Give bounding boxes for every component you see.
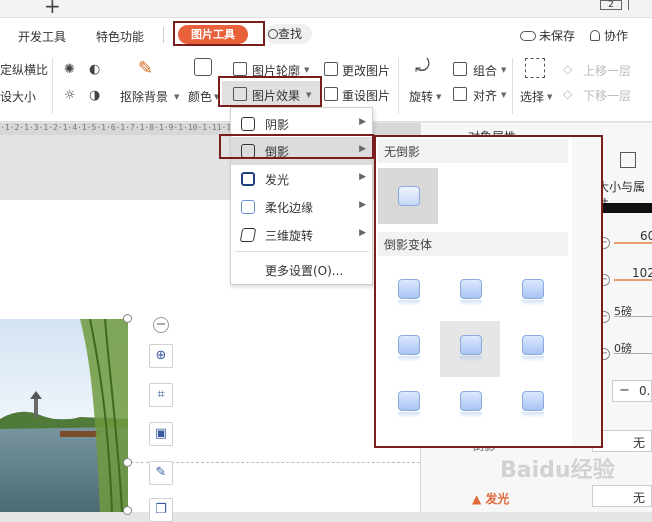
rotate-icon[interactable]: ⤾ — [415, 56, 430, 77]
bring-forward-button[interactable]: 上移一层 — [583, 62, 631, 79]
submenu-arrow-icon: ▶ — [359, 228, 366, 238]
tab-special[interactable]: 特色功能 — [96, 28, 144, 45]
edit-picture-icon[interactable]: ✎ — [149, 461, 173, 485]
crop-icon[interactable]: ⌗ — [149, 383, 173, 407]
tab-dev-tools[interactable]: 开发工具 — [18, 28, 66, 45]
picture-frame-icon[interactable]: ▣ — [149, 422, 173, 446]
submenu-arrow-icon: ▶ — [359, 117, 366, 127]
unsaved-button[interactable]: 未保存 — [520, 27, 575, 44]
group-dropdown-icon[interactable]: ▼ — [501, 66, 506, 74]
size-property-icon — [620, 152, 636, 168]
menu-item-3d-rotation-label: 三维旋转 — [265, 229, 314, 243]
highlight-box-picture-effect — [218, 76, 322, 107]
highlight-box-reflection — [219, 134, 374, 159]
copy-picture-icon[interactable]: ❐ — [149, 498, 173, 522]
menu-item-glow-label: 发光 — [265, 173, 290, 187]
angle-spinner[interactable]: − 0. — [612, 380, 652, 402]
change-picture-button[interactable]: 更改图片 — [342, 62, 390, 79]
user-icon — [590, 30, 600, 41]
menu-item-glow[interactable]: 发光 ▶ — [231, 165, 372, 193]
cloud-icon — [520, 31, 536, 41]
glow-preset-select[interactable]: 无 — [592, 485, 652, 507]
collab-button[interactable]: 协作 — [590, 27, 628, 44]
align-button[interactable]: 对齐 — [473, 87, 497, 104]
change-picture-icon[interactable] — [324, 62, 338, 79]
window-count-icon[interactable]: 2 — [600, 0, 622, 10]
menu-item-more-settings[interactable]: 更多设置(O)... — [231, 256, 372, 284]
soft-edges-icon — [241, 200, 255, 214]
3d-rotation-icon — [239, 228, 257, 242]
selected-picture[interactable] — [0, 319, 128, 512]
contrast-down-icon[interactable]: ◑ — [89, 88, 100, 103]
lock-ratio-button[interactable]: 定纵横比 — [0, 61, 48, 78]
reset-picture-button[interactable]: 重设图片 — [342, 87, 390, 104]
reflection-preset-value: 无 — [633, 436, 646, 450]
distance-value: 0磅 — [614, 342, 632, 355]
menu-item-more-label: 更多设置(O)... — [265, 264, 344, 278]
transparency-value: 60 — [640, 229, 652, 243]
blur-value: 5磅 — [614, 305, 632, 318]
menu-item-3d-rotation[interactable]: 三维旋转 ▶ — [231, 221, 372, 249]
reset-picture-icon[interactable] — [324, 87, 338, 104]
select-button[interactable]: 选择 — [520, 88, 544, 105]
collab-label: 协作 — [604, 29, 629, 43]
title-bar — [0, 0, 652, 18]
remove-bg-button[interactable]: 抠除背景 — [120, 88, 168, 105]
ribbon-divider — [398, 58, 399, 114]
send-backward-icon: ◇ — [563, 87, 573, 101]
glow-section-label[interactable]: ▲ 发光 — [472, 490, 509, 507]
resize-handle-bottom-right[interactable] — [123, 506, 132, 515]
select-icon[interactable] — [525, 58, 545, 78]
watermark-logo: Baidu经验 — [500, 458, 615, 483]
contrast-up-icon[interactable]: ◐ — [89, 62, 100, 77]
ribbon-divider — [512, 58, 513, 114]
highlight-box-reflection-submenu — [374, 135, 603, 448]
outline-dropdown-icon[interactable]: ▼ — [304, 66, 309, 74]
group-button[interactable]: 组合 — [473, 62, 497, 79]
window-divider — [628, 0, 629, 10]
brightness-down-icon[interactable]: ☼ — [64, 88, 76, 103]
new-tab-plus-icon[interactable]: + — [44, 0, 61, 18]
shadow-icon — [241, 117, 255, 131]
search-icon — [268, 29, 278, 39]
spinner-minus-icon[interactable]: − — [619, 383, 630, 398]
menu-item-soft-edges[interactable]: 柔化边缘 ▶ — [231, 193, 372, 221]
color-picture-icon[interactable] — [194, 58, 212, 76]
glow-icon — [241, 172, 255, 186]
search-button[interactable]: 查找 — [266, 24, 312, 44]
select-dropdown-icon[interactable]: ▼ — [547, 93, 552, 101]
reset-size-button[interactable]: 设大小 — [0, 88, 36, 105]
highlight-box-picture-tools — [173, 21, 265, 46]
size-value: 102 — [632, 266, 652, 280]
submenu-arrow-icon: ▶ — [359, 172, 366, 182]
bring-forward-icon: ◇ — [563, 62, 573, 76]
search-label: 查找 — [278, 27, 303, 41]
tab-divider — [163, 27, 164, 43]
menu-item-soft-edges-label: 柔化边缘 — [265, 201, 314, 215]
color-button[interactable]: 颜色 — [188, 88, 212, 105]
angle-value: 0. — [639, 384, 651, 398]
remove-bg-icon[interactable]: ✎ — [138, 58, 153, 79]
align-icon[interactable] — [453, 87, 467, 104]
rotate-button[interactable]: 旋转 — [409, 88, 433, 105]
glow-section-text: 发光 — [485, 492, 510, 506]
group-icon[interactable] — [453, 62, 467, 79]
submenu-arrow-icon: ▶ — [359, 200, 366, 210]
brightness-up-icon[interactable]: ✺ — [64, 62, 75, 77]
unsaved-label: 未保存 — [539, 29, 576, 43]
menu-divider — [235, 251, 369, 252]
remove-bg-dropdown-icon[interactable]: ▼ — [174, 93, 179, 101]
send-backward-button[interactable]: 下移一层 — [583, 87, 631, 104]
collapse-icon[interactable]: − — [153, 317, 169, 333]
zoom-in-icon[interactable]: ⊕ — [149, 344, 173, 368]
ribbon-divider — [52, 58, 53, 114]
glow-preset-value: 无 — [633, 491, 646, 505]
align-dropdown-icon[interactable]: ▼ — [501, 91, 506, 99]
resize-handle-top-right[interactable] — [123, 314, 132, 323]
resize-handle-middle-right[interactable] — [123, 458, 132, 467]
menu-item-shadow-label: 阴影 — [265, 118, 290, 132]
rotate-dropdown-icon[interactable]: ▼ — [436, 93, 441, 101]
